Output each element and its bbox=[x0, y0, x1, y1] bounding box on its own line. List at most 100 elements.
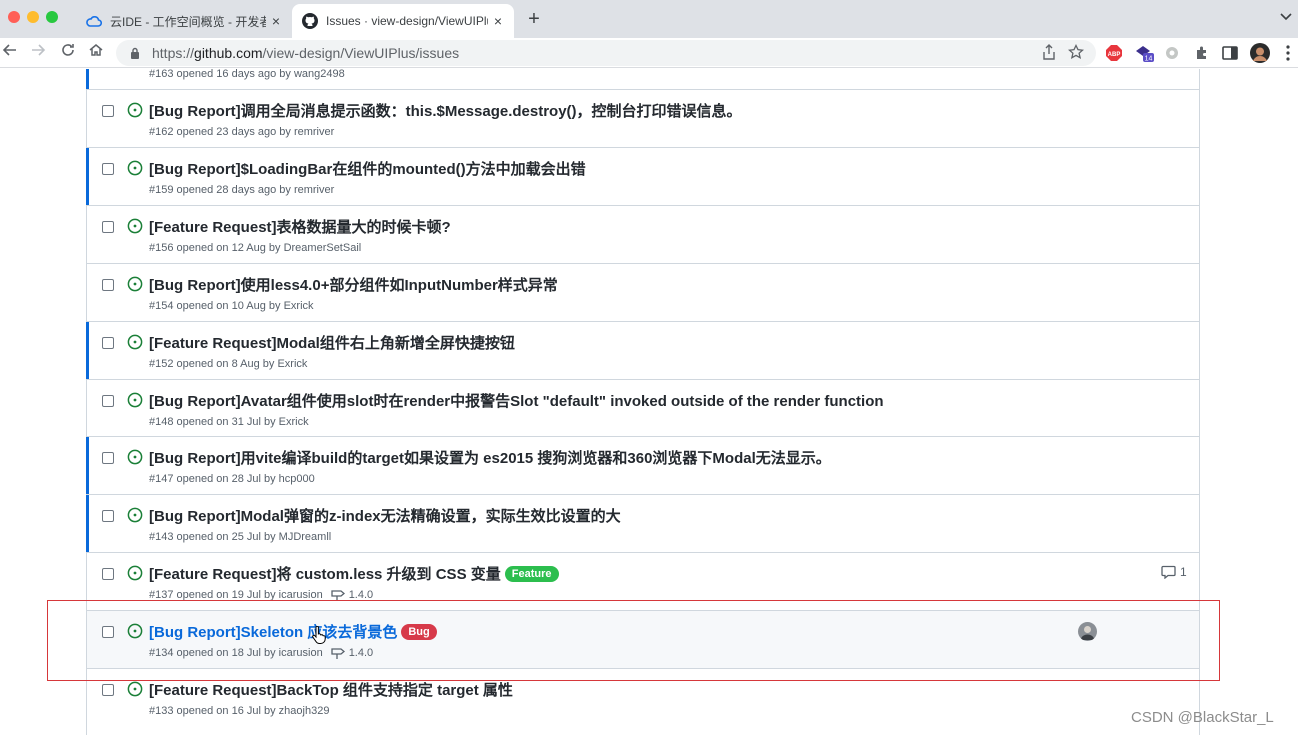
issue-checkbox[interactable] bbox=[102, 568, 114, 580]
new-tab-button[interactable]: + bbox=[524, 8, 544, 31]
issue-label-bug[interactable]: Bug bbox=[401, 624, 437, 640]
extension-gray-icon[interactable] bbox=[1162, 43, 1182, 63]
browser-toolbar: https://github.com/view-design/ViewUIPlu… bbox=[0, 38, 1298, 68]
hand-cursor-icon bbox=[312, 625, 326, 649]
milestone-icon bbox=[331, 648, 345, 659]
minimize-window-button[interactable] bbox=[27, 11, 39, 23]
open-issue-icon bbox=[127, 276, 143, 292]
assignee-avatar[interactable] bbox=[1078, 622, 1097, 641]
issue-meta: #156 opened on 12 Aug by DreamerSetSail bbox=[149, 242, 362, 254]
svg-text:ABP: ABP bbox=[1108, 52, 1121, 58]
open-issue-icon bbox=[127, 102, 143, 118]
open-issue-icon bbox=[127, 681, 143, 697]
extension-badge-icon[interactable]: 14 bbox=[1134, 43, 1154, 63]
profile-avatar[interactable] bbox=[1250, 43, 1270, 63]
issue-title-link[interactable]: [Bug Report]Modal弹窗的z-index无法精确设置，实际生效比设… bbox=[149, 505, 621, 526]
close-window-button[interactable] bbox=[8, 11, 20, 23]
share-icon[interactable] bbox=[1042, 44, 1056, 65]
milestone-link[interactable]: 1.4.0 bbox=[331, 647, 373, 659]
issue-row[interactable]: [Bug Report]调用全局消息提示函数：this.$Message.des… bbox=[87, 89, 1199, 147]
issue-meta: #133 opened on 16 Jul by zhaojh329 bbox=[149, 705, 330, 717]
row-accent-bar bbox=[86, 148, 89, 205]
milestone-link[interactable]: 1.4.0 bbox=[331, 589, 373, 601]
open-issue-icon bbox=[127, 218, 143, 234]
issue-checkbox[interactable] bbox=[102, 452, 114, 464]
comments-link[interactable]: 1 bbox=[1161, 565, 1187, 579]
tab-search-icon[interactable] bbox=[1280, 10, 1292, 24]
issue-checkbox[interactable] bbox=[102, 105, 114, 117]
row-accent-bar bbox=[86, 322, 89, 379]
issue-row[interactable]: [Bug Report]$LoadingBar在组件的mounted()方法中加… bbox=[86, 147, 1199, 205]
cloud-icon bbox=[86, 13, 102, 29]
issue-meta: #134 opened on 18 Jul by icarusion 1.4.0 bbox=[149, 647, 374, 659]
tab-github-issues[interactable]: Issues · view-design/ViewUIPlu × bbox=[292, 4, 514, 38]
milestone-icon bbox=[331, 590, 345, 601]
open-issue-icon bbox=[127, 507, 143, 523]
maximize-window-button[interactable] bbox=[46, 11, 58, 23]
issue-title-link[interactable]: [Feature Request]将 custom.less 升级到 CSS 变… bbox=[149, 563, 559, 584]
open-issue-icon bbox=[127, 623, 143, 639]
issue-title-link[interactable]: [Bug Report]Skeleton 应该去背景色 Bug bbox=[149, 621, 437, 642]
issue-row[interactable]: [Feature Request]Modal组件右上角新增全屏快捷按钮 #152 … bbox=[86, 321, 1199, 379]
issue-row[interactable]: [Bug Report]使用less4.0+部分组件如InputNumber样式… bbox=[87, 263, 1199, 321]
issue-title-link[interactable]: [Bug Report]$LoadingBar在组件的mounted()方法中加… bbox=[149, 158, 586, 179]
issue-checkbox[interactable] bbox=[102, 510, 114, 522]
issue-title-link[interactable]: [Bug Report]用vite编译build的target如果设置为 es2… bbox=[149, 447, 831, 468]
browser-menu-icon[interactable] bbox=[1278, 43, 1298, 63]
issue-row[interactable]: [Feature Request]BackTop 组件支持指定 target 属… bbox=[87, 668, 1199, 726]
issue-checkbox[interactable] bbox=[102, 626, 114, 638]
reload-icon[interactable] bbox=[58, 42, 78, 62]
adblock-plus-icon[interactable]: ABP bbox=[1104, 43, 1124, 63]
row-accent-bar bbox=[86, 69, 89, 89]
issue-meta: #137 opened on 19 Jul by icarusion 1.4.0 bbox=[149, 589, 374, 601]
github-icon bbox=[302, 13, 318, 29]
row-accent-bar bbox=[86, 495, 89, 552]
issue-meta: #147 opened on 28 Jul by hcp000 bbox=[149, 473, 315, 485]
issue-checkbox[interactable] bbox=[102, 279, 114, 291]
issue-row[interactable]: [Bug Report]Skeleton 应该去背景色 Bug #134 opene… bbox=[87, 610, 1199, 668]
issue-row[interactable]: [Feature Request]表格数据量大的时候卡顿? #156 opened… bbox=[87, 205, 1199, 263]
issue-row[interactable]: [Bug Report]Avatar组件使用slot时在render中报警告Sl… bbox=[87, 379, 1199, 437]
row-accent-bar bbox=[86, 437, 89, 494]
issue-title-link[interactable]: [Bug Report]Avatar组件使用slot时在render中报警告Sl… bbox=[149, 390, 884, 411]
issue-meta: #163 opened 16 days ago by wang2498 bbox=[149, 69, 345, 80]
issue-title-link[interactable]: [Feature Request]Modal组件右上角新增全屏快捷按钮 bbox=[149, 332, 515, 353]
side-panel-icon[interactable] bbox=[1220, 43, 1240, 63]
issue-meta: #162 opened 23 days ago by remriver bbox=[149, 126, 335, 138]
issue-title-link[interactable]: [Bug Report]调用全局消息提示函数：this.$Message.des… bbox=[149, 100, 742, 121]
issue-checkbox[interactable] bbox=[102, 395, 114, 407]
tab-cloud-ide[interactable]: 云IDE - 工作空间概览 - 开发者云 × bbox=[76, 4, 292, 38]
issue-checkbox[interactable] bbox=[102, 337, 114, 349]
home-icon[interactable] bbox=[86, 42, 106, 62]
issue-meta: #152 opened on 8 Aug by Exrick bbox=[149, 358, 308, 370]
issue-row[interactable]: [Feature Request]将 custom.less 升级到 CSS 变… bbox=[87, 552, 1199, 610]
issue-row[interactable]: [Bug Report]Modal弹窗的z-index无法精确设置，实际生效比设… bbox=[86, 494, 1199, 552]
forward-icon[interactable] bbox=[28, 42, 48, 62]
close-tab-icon[interactable]: × bbox=[266, 13, 286, 29]
issue-title-link[interactable]: [Feature Request]BackTop 组件支持指定 target 属… bbox=[149, 679, 513, 700]
open-issue-icon bbox=[127, 449, 143, 465]
close-tab-icon[interactable]: × bbox=[488, 13, 508, 29]
issue-meta: #148 opened on 31 Jul by Exrick bbox=[149, 416, 309, 428]
bookmark-star-icon[interactable] bbox=[1067, 43, 1085, 65]
svg-text:14: 14 bbox=[1145, 56, 1153, 63]
tab-title: Issues · view-design/ViewUIPlu bbox=[326, 14, 488, 28]
open-issue-icon bbox=[127, 160, 143, 176]
extensions-puzzle-icon[interactable] bbox=[1192, 43, 1212, 63]
issue-meta: #143 opened on 25 Jul by MJDreamll bbox=[149, 531, 332, 543]
issue-row[interactable]: [Bug Report]用vite编译build的target如果设置为 es2… bbox=[86, 436, 1199, 494]
page-content: #163 opened 16 days ago by wang2498 [Bug … bbox=[0, 69, 1298, 735]
issue-checkbox[interactable] bbox=[102, 221, 114, 233]
back-icon[interactable] bbox=[0, 42, 20, 62]
issue-checkbox[interactable] bbox=[102, 163, 114, 175]
address-bar[interactable]: https://github.com/view-design/ViewUIPlu… bbox=[116, 40, 1096, 66]
tab-title: 云IDE - 工作空间概览 - 开发者云 bbox=[110, 14, 266, 29]
issue-row[interactable]: #163 opened 16 days ago by wang2498 bbox=[86, 69, 1199, 89]
open-issue-icon bbox=[127, 565, 143, 581]
issue-checkbox[interactable] bbox=[102, 684, 114, 696]
issue-title-link[interactable]: [Bug Report]使用less4.0+部分组件如InputNumber样式… bbox=[149, 274, 558, 295]
issue-label-feature[interactable]: Feature bbox=[504, 566, 559, 582]
issue-list: #163 opened 16 days ago by wang2498 [Bug … bbox=[86, 69, 1200, 735]
url-text: https://github.com/view-design/ViewUIPlu… bbox=[152, 45, 460, 61]
issue-title-link[interactable]: [Feature Request]表格数据量大的时候卡顿? bbox=[149, 216, 451, 237]
